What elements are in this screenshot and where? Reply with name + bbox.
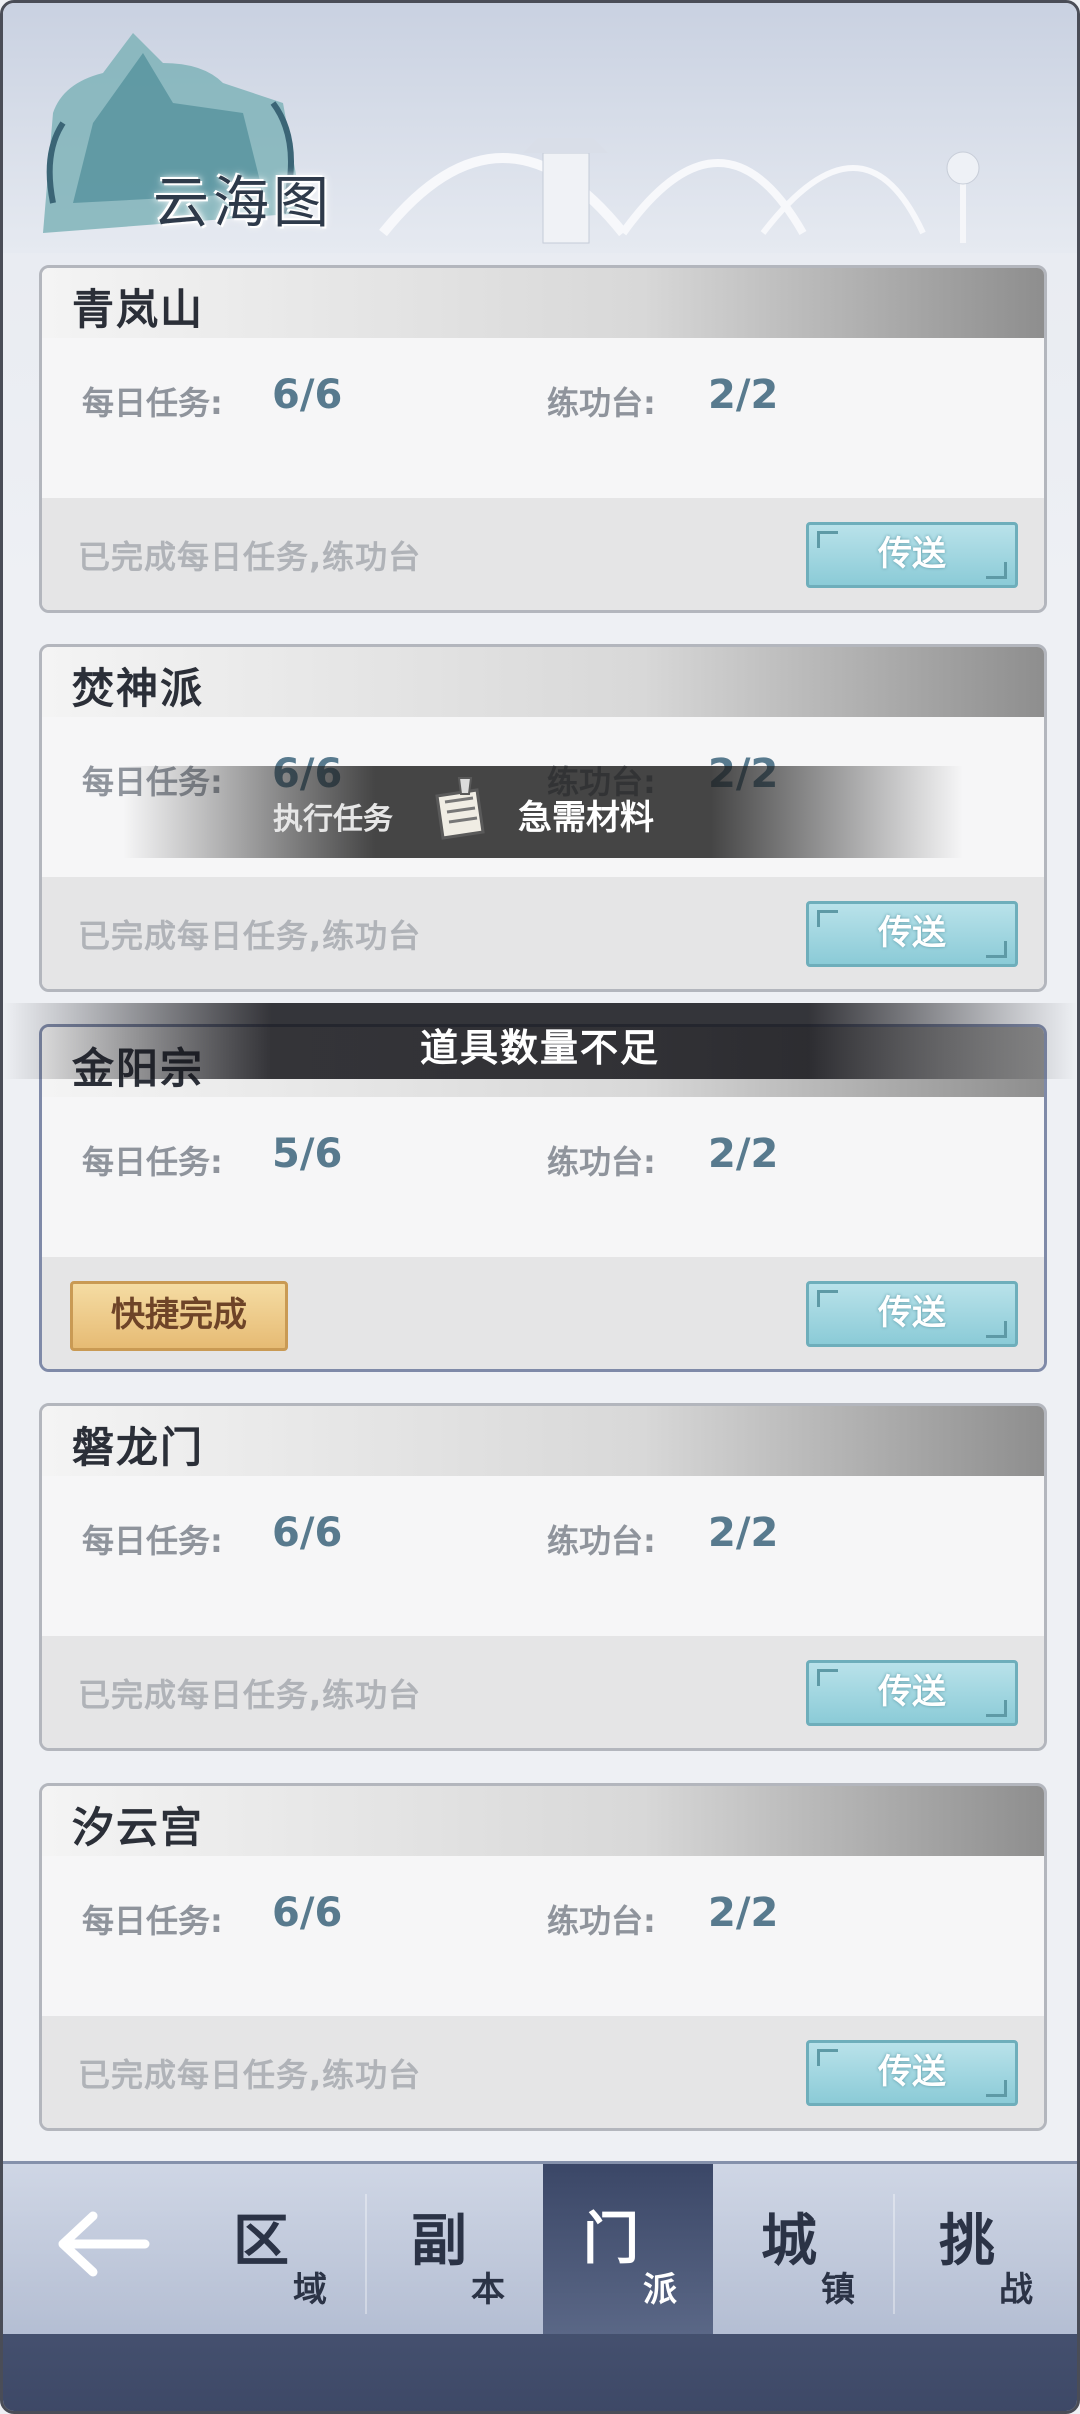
practice-label: 练功台: [547, 1902, 656, 1940]
nav-tab-main-char: 门 [583, 2206, 639, 2272]
completion-status: 已完成每日任务,练功台 [78, 1676, 422, 1714]
teleport-button[interactable]: 传送 [806, 901, 1018, 967]
daily-task-label: 每日任务: [82, 1522, 223, 1560]
nav-tab-challenge[interactable]: 挑 战 [899, 2184, 1069, 2324]
task-hint-toast: 执行任务 急需材料 [123, 766, 963, 858]
nav-tab-main-char: 区 [233, 2208, 289, 2274]
sect-name: 磐龙门 [72, 1423, 205, 1472]
completion-status: 已完成每日任务,练功台 [78, 2056, 422, 2094]
nav-tab-sub-char: 本 [471, 2270, 505, 2310]
practice-label: 练功台: [547, 1522, 656, 1560]
teleport-button[interactable]: 传送 [806, 1660, 1018, 1726]
daily-task-value: 6/6 [272, 1510, 343, 1556]
card-stats: 每日任务: 6/6 练功台: 2/2 [42, 338, 1044, 498]
daily-task-label: 每日任务: [82, 1902, 223, 1940]
arrow-left-icon[interactable] [53, 2204, 153, 2284]
practice-value: 2/2 [708, 372, 779, 418]
sect-name: 焚神派 [72, 664, 205, 713]
nav-tab-town[interactable]: 城 镇 [721, 2184, 891, 2324]
card-footer: 已完成每日任务,练功台 传送 [42, 2016, 1044, 2128]
nav-tab-main-char: 城 [761, 2208, 817, 2274]
practice-label: 练功台: [547, 1143, 656, 1181]
card-stats: 每日任务: 6/6 练功台: 2/2 [42, 1856, 1044, 2016]
card-stats: 每日任务: 6/6 练功台: 2/2 [42, 1476, 1044, 1636]
daily-task-value: 5/6 [272, 1131, 343, 1177]
sect-name: 汐云宫 [72, 1803, 205, 1852]
toast-task-label: 执行任务 [273, 802, 393, 837]
daily-task-value: 6/6 [272, 1890, 343, 1936]
card-footer: 快捷完成 传送 [42, 1257, 1044, 1369]
nav-tab-sub-char: 镇 [821, 2270, 855, 2310]
sect-name: 青岚山 [72, 285, 205, 334]
card-header: 青岚山 [42, 268, 1044, 338]
card-stats: 每日任务: 5/6 练功台: 2/2 [42, 1097, 1044, 1257]
daily-task-value: 6/6 [272, 372, 343, 418]
teleport-button[interactable]: 传送 [806, 1281, 1018, 1347]
card-header: 焚神派 [42, 647, 1044, 717]
sect-card-panlongmen: 磐龙门 每日任务: 6/6 练功台: 2/2 已完成每日任务,练功台 传送 [39, 1403, 1047, 1751]
practice-value: 2/2 [708, 1510, 779, 1556]
completion-status: 已完成每日任务,练功台 [78, 917, 422, 955]
insufficient-items-toast: 道具数量不足 [3, 1003, 1077, 1079]
header-banner: 云海图 [3, 3, 1077, 253]
card-header: 磐龙门 [42, 1406, 1044, 1476]
daily-task-label: 每日任务: [82, 384, 223, 422]
card-footer: 已完成每日任务,练功台 传送 [42, 1636, 1044, 1748]
sect-card-xiyungong: 汐云宫 每日任务: 6/6 练功台: 2/2 已完成每日任务,练功台 传送 [39, 1783, 1047, 2131]
nav-tab-region[interactable]: 区 域 [193, 2184, 363, 2324]
practice-label: 练功台: [547, 384, 656, 422]
nav-tab-main-char: 副 [411, 2208, 467, 2274]
daily-task-label: 每日任务: [82, 1143, 223, 1181]
completion-status: 已完成每日任务,练功台 [78, 538, 422, 576]
page-title: 云海图 [153, 171, 333, 236]
toast-material-label: 急需材料 [518, 798, 654, 838]
nav-tab-dungeon[interactable]: 副 本 [371, 2184, 541, 2324]
nav-tab-sub-char: 战 [999, 2270, 1033, 2310]
scroll-icon [435, 777, 485, 840]
app-frame: 云海图 青岚山 每日任务: 6/6 练功台: 2/2 已完成每日任务,练功台 传… [0, 0, 1080, 2414]
card-footer: 已完成每日任务,练功台 传送 [42, 877, 1044, 989]
practice-value: 2/2 [708, 1131, 779, 1177]
toast-warning-text: 道具数量不足 [419, 1026, 660, 1070]
nav-tab-sub-char: 域 [293, 2270, 327, 2310]
nav-tab-main-char: 挑 [939, 2208, 995, 2274]
bottom-navigation: 区 域 副 本 门 派 城 镇 挑 战 [3, 2161, 1077, 2411]
nav-divider [365, 2194, 367, 2314]
practice-value: 2/2 [708, 1890, 779, 1936]
card-footer: 已完成每日任务,练功台 传送 [42, 498, 1044, 610]
quick-complete-button[interactable]: 快捷完成 [70, 1281, 288, 1351]
teleport-button[interactable]: 传送 [806, 522, 1018, 588]
teleport-button[interactable]: 传送 [806, 2040, 1018, 2106]
nav-divider [893, 2194, 895, 2314]
card-header: 汐云宫 [42, 1786, 1044, 1856]
nav-tab-sect[interactable]: 门 派 [543, 2164, 713, 2334]
sect-card-qinglanshan: 青岚山 每日任务: 6/6 练功台: 2/2 已完成每日任务,练功台 传送 [39, 265, 1047, 613]
nav-tab-sub-char: 派 [643, 2270, 677, 2310]
